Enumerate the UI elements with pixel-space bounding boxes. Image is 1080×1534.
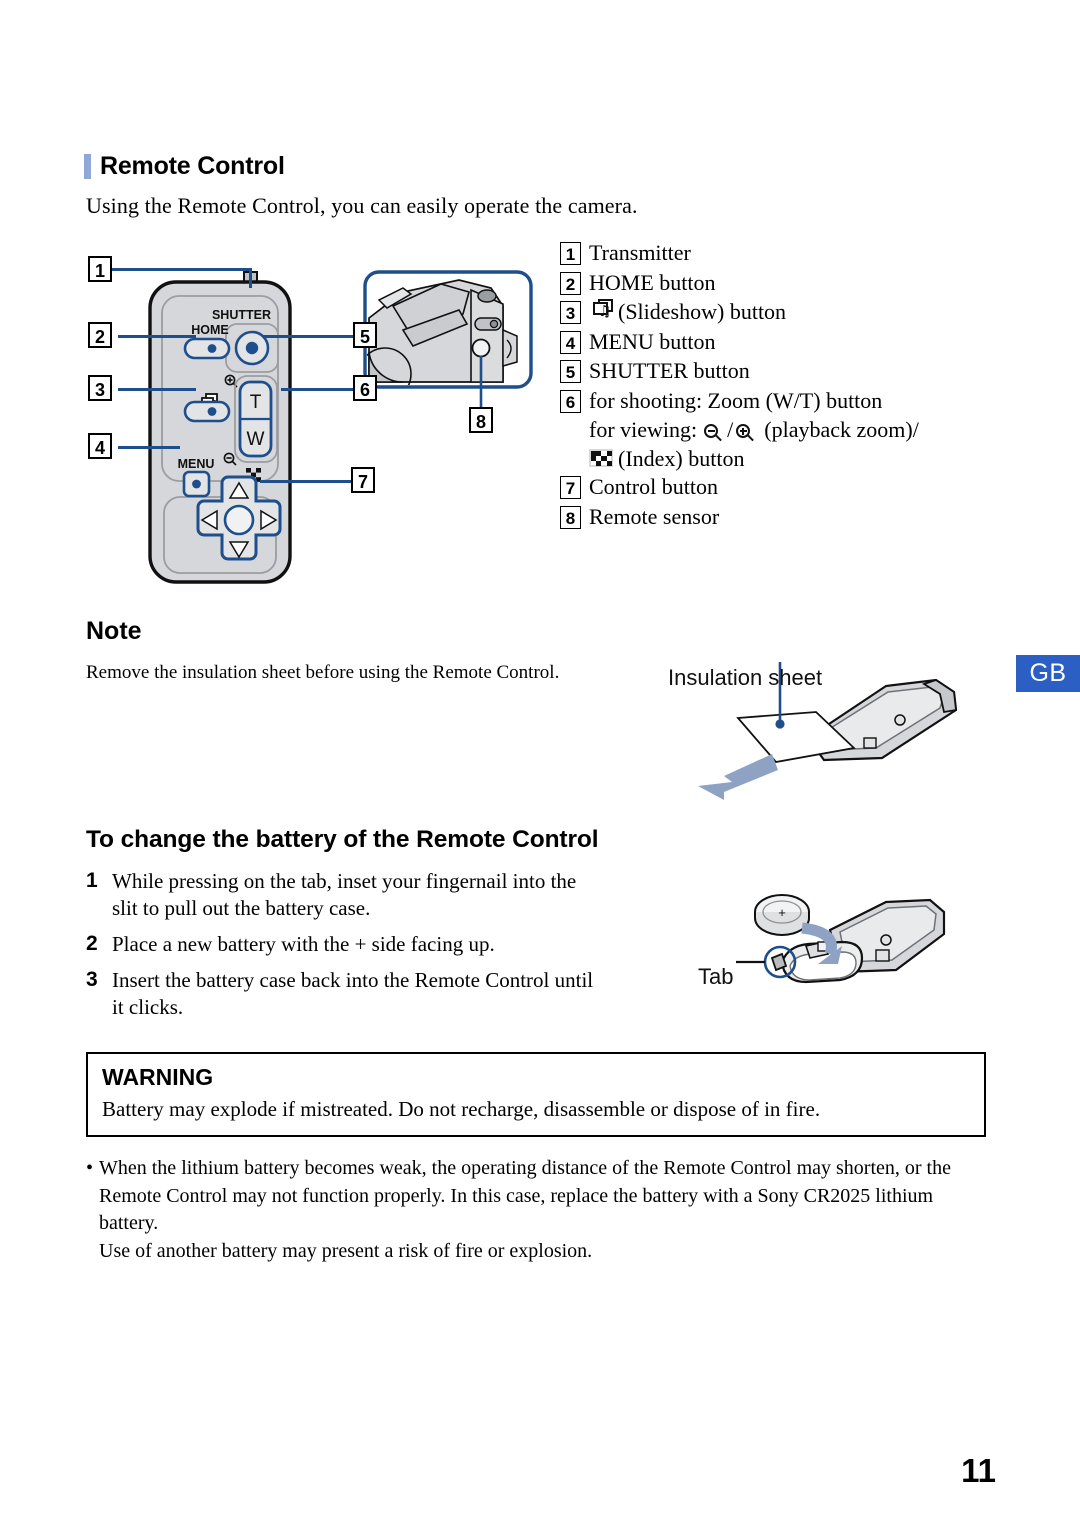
legend-number-2: 2 [560, 271, 581, 295]
legend-label-7: Control button [589, 474, 718, 499]
battery-case-drawing: + [736, 894, 946, 984]
legend-item-6-line3: (Index) button [560, 445, 1030, 471]
battery-plus-mark: + [778, 905, 786, 920]
playback-zoom-out-icon [704, 424, 724, 444]
camera-illustration: 8 [363, 270, 533, 433]
legend-label-3: (Slideshow) button [618, 299, 787, 324]
battery-step-2-text: Place a new battery with the + side faci… [112, 931, 495, 956]
language-tab-badge: GB [1016, 655, 1080, 692]
svg-text:MENU: MENU [178, 457, 215, 471]
legend-label-5: SHUTTER button [589, 358, 750, 383]
legend-label-4: MENU button [589, 328, 716, 354]
leader-line-2 [118, 335, 196, 338]
warning-title: WARNING [102, 1064, 214, 1090]
legend-label-8: Remote sensor [589, 503, 720, 529]
note-body-text: Remove the insulation sheet before using… [86, 662, 560, 683]
battery-replacement-figure: Tab + [690, 888, 950, 1033]
legend-number-6: 6 [560, 389, 581, 413]
legend-item-6-line3-text: (Index) button [618, 445, 745, 471]
battery-section-heading: To change the battery of the Remote Cont… [86, 826, 599, 853]
legend-item-8: 8 Remote sensor [560, 503, 1030, 529]
playback-zoom-in-icon [736, 424, 756, 444]
section-intro-text: Using the Remote Control, you can easily… [86, 193, 638, 218]
battery-steps-list: 1 While pressing on the tab, inset your … [86, 868, 606, 1029]
leader-line-3 [118, 388, 196, 391]
legend-item-6-prefix: for viewing: [589, 417, 698, 442]
battery-step-3-text: Insert the battery case back into the Re… [112, 967, 594, 1019]
svg-text:T: T [250, 392, 262, 413]
legend-item-4: 4 MENU button [560, 328, 1030, 354]
callout-7: 7 [351, 467, 375, 493]
note-heading: Note [86, 617, 142, 645]
page-number: 11 [961, 1452, 996, 1489]
section-heading: Remote Control [84, 152, 285, 181]
slideshow-icon: ♫ [590, 299, 613, 320]
callout-6: 6 [353, 375, 377, 401]
insulation-sheet-label: Insulation sheet [668, 665, 823, 690]
callout-3: 3 [88, 375, 112, 401]
legend-label-6: for shooting: Zoom (W/T) button [589, 387, 883, 413]
legend-number-8: 8 [560, 505, 581, 529]
legend-number-7: 7 [560, 476, 581, 499]
legend-item-6-line2: for viewing: / (playback zoom)/ [589, 417, 919, 444]
svg-text:W: W [247, 429, 265, 450]
legend-number-4: 4 [560, 330, 581, 354]
leader-line-4 [118, 446, 180, 449]
battery-step-1: 1 While pressing on the tab, inset your … [86, 868, 606, 922]
callout-1: 1 [88, 256, 112, 282]
leader-line-6 [281, 388, 356, 391]
insulation-sheet-figure: Insulation sheet [668, 650, 998, 810]
svg-text:HOME: HOME [191, 323, 229, 337]
battery-step-1-number: 1 [86, 869, 98, 892]
legend-label-2: HOME button [589, 269, 716, 295]
legend-item-6-suffix: (playback zoom)/ [764, 417, 919, 442]
legend-item-5: 5 SHUTTER button [560, 360, 1030, 383]
lithium-battery-paragraph: When the lithium battery becomes weak, t… [99, 1157, 951, 1235]
legend-item-6: 6 for shooting: Zoom (W/T) button [560, 387, 1030, 413]
legend-item-1: 1 Transmitter [560, 242, 1030, 265]
legend-list: 1 Transmitter 2 HOME button 3 ♫ (Slidesh… [560, 242, 1030, 535]
battery-step-1-text: While pressing on the tab, inset your fi… [112, 869, 577, 920]
legend-number-3: 3 [560, 301, 581, 324]
callout-8: 8 [469, 407, 493, 433]
legend-label-1: Transmitter [589, 240, 691, 265]
battery-step-2: 2 Place a new battery with the + side fa… [86, 931, 606, 958]
leader-line-7 [260, 480, 353, 483]
leader-line-1 [112, 268, 252, 271]
battery-step-3-number: 3 [86, 967, 98, 991]
tab-label: Tab [698, 964, 734, 989]
callout-5: 5 [353, 322, 377, 348]
battery-step-2-number: 2 [86, 931, 98, 955]
callout-4: 4 [88, 433, 112, 459]
warning-box: WARNING Battery may explode if mistreate… [86, 1052, 986, 1137]
heading-accent-bar [84, 154, 91, 179]
legend-number-5: 5 [560, 360, 581, 383]
warning-text: Battery may explode if mistreated. Do no… [102, 1097, 821, 1121]
legend-item-2: 2 HOME button [560, 269, 1030, 295]
index-icon [589, 448, 613, 467]
lithium-battery-paragraph-2: Use of another battery may present a ris… [99, 1239, 593, 1262]
leader-line-5 [263, 335, 356, 338]
callout-2: 2 [88, 322, 112, 348]
bullet-spacer [86, 1238, 99, 1266]
leader-line-1-vert [249, 268, 252, 288]
legend-item-7: 7 Control button [560, 476, 1030, 499]
legend-item-3: 3 ♫ (Slideshow) button [560, 299, 1030, 324]
legend-number-1: 1 [560, 242, 581, 265]
svg-text:SHUTTER: SHUTTER [212, 308, 271, 322]
section-heading-text: Remote Control [100, 152, 285, 180]
lithium-battery-note: • When the lithium battery becomes weak,… [86, 1155, 992, 1265]
battery-step-3: 3 Insert the battery case back into the … [86, 967, 606, 1021]
remote-body-drawing: SHUTTER HOME T W MENU [148, 271, 292, 584]
camera-top-view-drawing [363, 270, 533, 410]
bullet-marker: • [86, 1157, 94, 1179]
